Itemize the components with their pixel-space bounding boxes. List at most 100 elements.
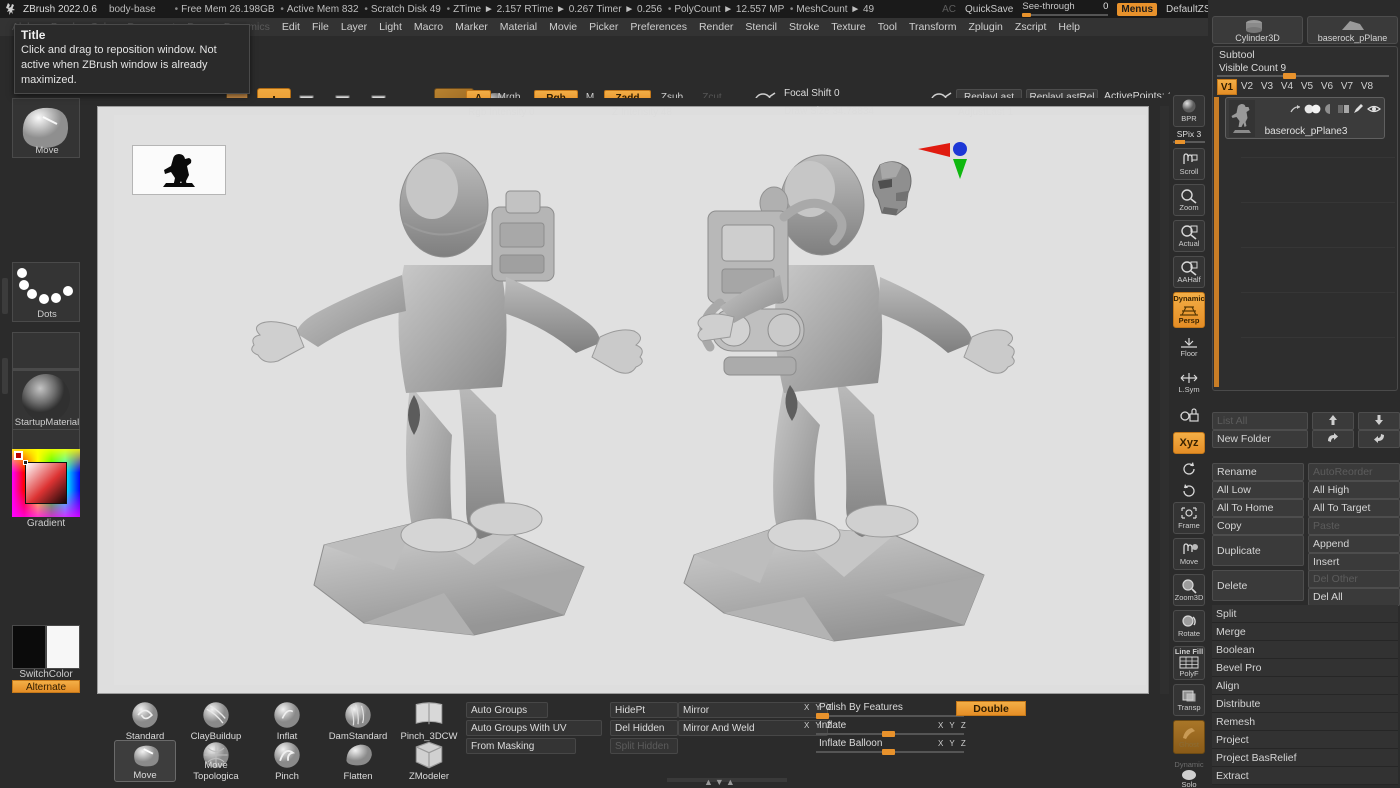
canvas-vertical-scrollbar[interactable] [1160, 106, 1169, 694]
move-out-folder-button[interactable] [1312, 430, 1354, 448]
menus-toggle-button[interactable]: Menus [1117, 3, 1157, 16]
copy-button[interactable]: Copy [1212, 517, 1304, 535]
subtool-op-boolean[interactable]: Boolean [1212, 641, 1398, 659]
left-shelf-handle-2[interactable] [2, 358, 8, 394]
ghost-button[interactable]: Ghost [1173, 720, 1205, 754]
tool-tab-cylinder3d[interactable]: Cylinder3D [1212, 16, 1303, 44]
bottom-shelf-collapse-arrows[interactable]: ▲▼▲ [704, 777, 737, 787]
menu-item-zplugin[interactable]: Zplugin [962, 18, 1008, 36]
menu-item-marker[interactable]: Marker [449, 18, 494, 36]
spix-knob[interactable] [1175, 140, 1185, 144]
scroll-button[interactable]: Scroll [1173, 148, 1205, 180]
subtool-eye-toggle-icon[interactable] [1304, 101, 1322, 119]
menu-item-tool[interactable]: Tool [872, 18, 903, 36]
frame-button[interactable]: Frame [1173, 502, 1205, 534]
del-hidden-button[interactable]: Del Hidden [610, 720, 678, 736]
visibility-button-v5[interactable]: V5 [1297, 79, 1317, 95]
rename-button[interactable]: Rename [1212, 463, 1304, 481]
aahalf-button[interactable]: AAHalf [1173, 256, 1205, 288]
menu-item-stroke[interactable]: Stroke [783, 18, 825, 36]
from-masking-button[interactable]: From Masking [466, 738, 576, 754]
menu-item-edit[interactable]: Edit [276, 18, 306, 36]
inflate-balloon-knob[interactable] [882, 749, 895, 755]
del-all-button[interactable]: Del All [1308, 588, 1400, 606]
subtool-list-item[interactable]: baserock_pPlane3 [1225, 97, 1385, 139]
rotate-ccw-icon-button[interactable] [1173, 458, 1205, 478]
solo-button[interactable]: Dynamic Solo [1173, 758, 1205, 788]
local-symmetry-button[interactable]: L.Sym [1173, 368, 1205, 398]
all-low-button[interactable]: All Low [1212, 481, 1304, 499]
inflate-knob[interactable] [882, 731, 895, 737]
zoom-button[interactable]: Zoom [1173, 184, 1205, 216]
bpr-render-button[interactable]: BPR [1173, 95, 1205, 127]
alternate-button[interactable]: Alternate [12, 680, 80, 693]
left-shelf-handle-1[interactable] [2, 278, 8, 314]
insert-button[interactable]: Insert [1308, 553, 1400, 571]
menu-item-zscript[interactable]: Zscript [1009, 18, 1053, 36]
menu-item-layer[interactable]: Layer [335, 18, 373, 36]
polish-by-features-slider[interactable]: Polish By Features [816, 702, 964, 719]
canvas-area[interactable] [92, 98, 1170, 698]
auto-groups-button[interactable]: Auto Groups [466, 702, 548, 718]
brush-inflat[interactable]: Inflat [256, 700, 318, 742]
lock-button[interactable] [1173, 402, 1205, 430]
brush-pinch[interactable]: Pinch [256, 740, 318, 782]
menu-item-render[interactable]: Render [693, 18, 739, 36]
visibility-button-v2[interactable]: V2 [1237, 79, 1257, 95]
brush-move[interactable]: Move [114, 740, 176, 782]
persp-button[interactable]: Dynamic Persp [1173, 292, 1205, 328]
visibility-button-v7[interactable]: V7 [1337, 79, 1357, 95]
visibility-button-v4[interactable]: V4 [1277, 79, 1297, 95]
menu-item-help[interactable]: Help [1052, 18, 1086, 36]
duplicate-button[interactable]: Duplicate [1212, 535, 1304, 566]
current-brush-button[interactable]: Move [12, 98, 80, 158]
new-folder-button[interactable]: New Folder [1212, 430, 1308, 448]
subtool-polypaint-icon[interactable] [1338, 101, 1350, 119]
menu-item-file[interactable]: File [306, 18, 335, 36]
subtool-op-bevel-pro[interactable]: Bevel Pro [1212, 659, 1398, 677]
brush-pinch-3dcw[interactable]: Pinch_3DCW [398, 700, 460, 742]
transp-button[interactable]: Transp [1173, 684, 1205, 716]
subtool-op-distribute[interactable]: Distribute [1212, 695, 1398, 713]
floor-button[interactable]: Floor [1173, 332, 1205, 362]
subtool-op-merge[interactable]: Merge [1212, 623, 1398, 641]
all-to-target-button[interactable]: All To Target [1308, 499, 1400, 517]
visibility-button-v1[interactable]: V1 [1217, 79, 1237, 95]
polyframe-button[interactable]: Line Fill PolyF [1173, 646, 1205, 680]
menu-item-macro[interactable]: Macro [408, 18, 449, 36]
axis-gizmo[interactable] [916, 137, 976, 183]
canvas-viewport[interactable] [114, 115, 1146, 685]
move-up-button[interactable] [1312, 412, 1354, 430]
rotate-nav-button[interactable]: Rotate [1173, 610, 1205, 642]
visible-count-slider[interactable]: Visible Count 9 [1217, 63, 1389, 78]
brush-standard[interactable]: Standard [114, 700, 176, 742]
secondary-color-swatch[interactable] [46, 625, 80, 669]
auto-groups-with-uv-button[interactable]: Auto Groups With UV [466, 720, 602, 736]
subtool-op-project[interactable]: Project [1212, 731, 1398, 749]
delete-button[interactable]: Delete [1212, 570, 1304, 601]
menu-item-texture[interactable]: Texture [825, 18, 871, 36]
brush-damstandard[interactable]: DamStandard [327, 700, 389, 742]
all-to-home-button[interactable]: All To Home [1212, 499, 1304, 517]
menu-item-transform[interactable]: Transform [903, 18, 962, 36]
inflate-balloon-xyz-indicator[interactable]: X Y Z [938, 739, 968, 748]
see-through-knob[interactable] [1022, 13, 1031, 17]
zoom3d-button[interactable]: Zoom3D [1173, 574, 1205, 606]
tool-tab-baserock[interactable]: baserock_pPlane [1307, 16, 1398, 44]
all-high-button[interactable]: All High [1308, 481, 1400, 499]
subtool-half-circle-icon[interactable] [1325, 101, 1335, 119]
inflate-xyz-indicator[interactable]: X Y Z [938, 721, 968, 730]
append-button[interactable]: Append [1308, 535, 1400, 553]
move-nav-button[interactable]: Move [1173, 538, 1205, 570]
subtool-brush-icon[interactable] [1353, 101, 1364, 119]
rotate-cw-icon-button[interactable] [1173, 480, 1205, 500]
subtool-op-split[interactable]: Split [1212, 605, 1398, 623]
gradient-label[interactable]: Gradient [12, 518, 80, 529]
menu-item-light[interactable]: Light [373, 18, 408, 36]
main-color-swatch[interactable] [12, 625, 46, 669]
visibility-button-v8[interactable]: V8 [1357, 79, 1377, 95]
see-through-slider[interactable]: See-through 0 [1022, 1, 1108, 17]
move-into-folder-button[interactable] [1358, 430, 1400, 448]
menu-item-material[interactable]: Material [494, 18, 543, 36]
brush-move-topologica[interactable]: Move Topologica [185, 740, 247, 782]
